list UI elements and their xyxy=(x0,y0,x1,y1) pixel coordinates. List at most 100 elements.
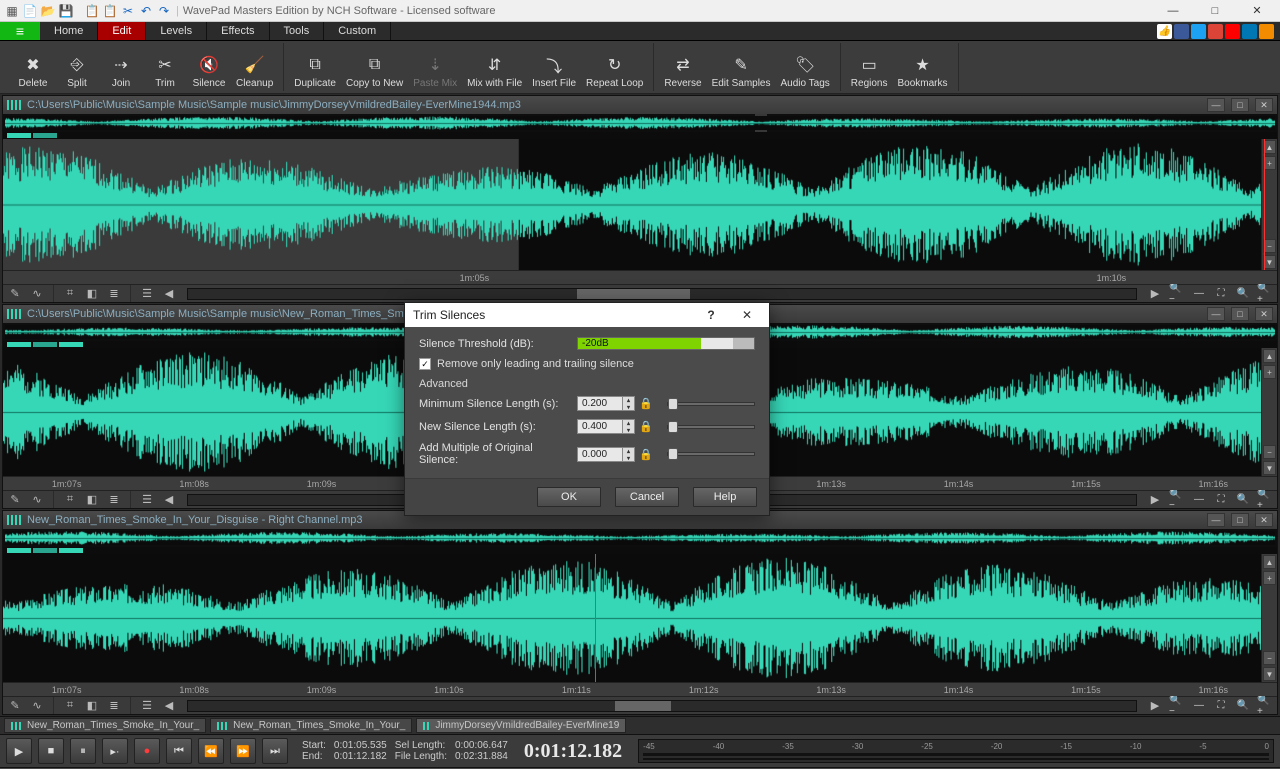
twitter-icon[interactable] xyxy=(1191,24,1206,39)
menu-tab-tools[interactable]: Tools xyxy=(270,22,325,40)
audio-tags-button[interactable]: 🏷Audio Tags xyxy=(781,54,830,91)
track-maximize-button[interactable]: □ xyxy=(1231,307,1249,321)
join-button[interactable]: ⇢Join xyxy=(104,54,138,91)
stop-button[interactable]: ■ xyxy=(38,738,64,764)
wave-icon[interactable]: ∿ xyxy=(29,493,45,507)
window-minimize-button[interactable]: — xyxy=(1154,1,1192,21)
pencil-icon[interactable]: ✎ xyxy=(7,287,23,301)
mix-with-file-button[interactable]: ⇵Mix with File xyxy=(467,54,522,91)
dialog-help-button[interactable]: ? xyxy=(697,304,725,326)
insert-file-button[interactable]: ⤵Insert File xyxy=(532,54,576,91)
qa-new-icon[interactable]: 📄 xyxy=(22,3,38,19)
scroll-right-button[interactable]: ▶ xyxy=(1147,493,1163,507)
googleplus-icon[interactable] xyxy=(1208,24,1223,39)
scroll-left-button[interactable]: ◀ xyxy=(161,287,177,301)
track-close-button[interactable]: ✕ xyxy=(1255,307,1273,321)
zoom-out-button[interactable]: 🔍− xyxy=(1169,699,1185,713)
zoom-fit-button[interactable]: ⛶ xyxy=(1213,287,1229,301)
track-close-button[interactable]: ✕ xyxy=(1255,98,1273,112)
window-maximize-button[interactable]: □ xyxy=(1196,1,1234,21)
window-close-button[interactable]: ✕ xyxy=(1238,1,1276,21)
track-minimize-button[interactable]: — xyxy=(1207,98,1225,112)
scrub-button[interactable]: ▸· xyxy=(102,738,128,764)
linkedin-icon[interactable] xyxy=(1242,24,1257,39)
menu-tab-edit[interactable]: Edit xyxy=(98,22,146,40)
qa-save-icon[interactable]: 💾 xyxy=(58,3,74,19)
hamburger-menu-button[interactable]: ≡ xyxy=(0,22,40,40)
track-overview[interactable] xyxy=(3,529,1277,547)
ok-button[interactable]: OK xyxy=(537,487,601,507)
forward-button[interactable]: ⏩ xyxy=(230,738,256,764)
zoom-fit-button[interactable]: ⛶ xyxy=(1213,493,1229,507)
threshold-slider[interactable]: -20dB xyxy=(577,337,755,350)
zoom-sel-button[interactable]: 🔍 xyxy=(1235,699,1251,713)
qa-undo-icon[interactable]: ↶ xyxy=(138,3,154,19)
layers-icon[interactable]: ≣ xyxy=(106,493,122,507)
track-overview[interactable] xyxy=(3,114,1277,132)
time-ruler[interactable]: 1m:05s1m:10s xyxy=(3,270,1277,284)
qa-cut-icon[interactable]: ✂ xyxy=(120,3,136,19)
cleanup-button[interactable]: 🧹Cleanup xyxy=(236,54,273,91)
edit-samples-button[interactable]: ✎Edit Samples xyxy=(712,54,771,91)
snap-icon[interactable]: ⌗ xyxy=(62,699,78,713)
marker-icon[interactable]: ◧ xyxy=(84,493,100,507)
repeat-loop-button[interactable]: ↻Repeat Loop xyxy=(586,54,643,91)
file-tab[interactable]: New_Roman_Times_Smoke_In_Your_ xyxy=(210,718,412,733)
qa-icon[interactable]: ▦ xyxy=(4,3,20,19)
dialog-titlebar[interactable]: Trim Silences ? ✕ xyxy=(405,303,769,327)
pause-button[interactable]: ⏸ xyxy=(70,738,96,764)
zoom-out-button[interactable]: 🔍− xyxy=(1169,493,1185,507)
scroll-left-button[interactable]: ◀ xyxy=(161,493,177,507)
file-tab[interactable]: New_Roman_Times_Smoke_In_Your_ xyxy=(4,718,206,733)
min-silence-input[interactable]: ▴▾ xyxy=(577,396,635,411)
rss-icon[interactable] xyxy=(1259,24,1274,39)
menu-tab-custom[interactable]: Custom xyxy=(324,22,391,40)
rewind-button[interactable]: ⏪ xyxy=(198,738,224,764)
multiple-silence-input[interactable]: ▴▾ xyxy=(577,447,635,462)
track-maximize-button[interactable]: □ xyxy=(1231,513,1249,527)
silence-button[interactable]: 🔇Silence xyxy=(192,54,226,91)
pencil-icon[interactable]: ✎ xyxy=(7,699,23,713)
list-icon[interactable]: ☰ xyxy=(139,493,155,507)
delete-button[interactable]: ✖Delete xyxy=(16,54,50,91)
skip-start-button[interactable]: ⏮ xyxy=(166,738,192,764)
zoom-sel-button[interactable]: 🔍 xyxy=(1235,287,1251,301)
skip-end-button[interactable]: ⏭ xyxy=(262,738,288,764)
file-tab[interactable]: JimmyDorseyVmildredBailey-EverMine19 xyxy=(416,718,626,733)
new-silence-slider[interactable] xyxy=(667,425,755,429)
menu-tab-effects[interactable]: Effects xyxy=(207,22,269,40)
zoom-in-button[interactable]: 🔍+ xyxy=(1257,699,1273,713)
remove-leading-checkbox[interactable]: ✓ xyxy=(419,358,431,370)
bookmarks-button[interactable]: ★Bookmarks xyxy=(898,54,948,91)
marker-icon[interactable]: ◧ xyxy=(84,699,100,713)
zoom-out-button[interactable]: 🔍− xyxy=(1169,287,1185,301)
zoom-slider-icon[interactable]: — xyxy=(1191,493,1207,507)
copy-to-new-button[interactable]: ⧉Copy to New xyxy=(346,54,403,91)
play-button[interactable]: ▶ xyxy=(6,738,32,764)
snap-icon[interactable]: ⌗ xyxy=(62,493,78,507)
layers-icon[interactable]: ≣ xyxy=(106,287,122,301)
wave-icon[interactable]: ∿ xyxy=(29,699,45,713)
zoom-in-button[interactable]: 🔍+ xyxy=(1257,287,1273,301)
duplicate-button[interactable]: ⧉Duplicate xyxy=(294,54,336,91)
track-maximize-button[interactable]: □ xyxy=(1231,98,1249,112)
menu-tab-home[interactable]: Home xyxy=(40,22,98,40)
facebook-icon[interactable] xyxy=(1174,24,1189,39)
like-icon[interactable]: 👍 xyxy=(1157,24,1172,39)
qa-open-icon[interactable]: 📂 xyxy=(40,3,56,19)
snap-icon[interactable]: ⌗ xyxy=(62,287,78,301)
qa-paste-icon[interactable]: 📋 xyxy=(102,3,118,19)
help-button[interactable]: Help xyxy=(693,487,757,507)
vertical-scrollbar[interactable]: ▲+−▼ xyxy=(1261,554,1277,682)
trim-button[interactable]: ✂Trim xyxy=(148,54,182,91)
zoom-slider-icon[interactable]: — xyxy=(1191,699,1207,713)
cancel-button[interactable]: Cancel xyxy=(615,487,679,507)
scroll-right-button[interactable]: ▶ xyxy=(1147,287,1163,301)
scroll-right-button[interactable]: ▶ xyxy=(1147,699,1163,713)
min-silence-slider[interactable] xyxy=(667,402,755,406)
horizontal-scrollbar[interactable] xyxy=(187,700,1137,712)
new-silence-input[interactable]: ▴▾ xyxy=(577,419,635,434)
wave-icon[interactable]: ∿ xyxy=(29,287,45,301)
dialog-close-button[interactable]: ✕ xyxy=(733,304,761,326)
scroll-left-button[interactable]: ◀ xyxy=(161,699,177,713)
